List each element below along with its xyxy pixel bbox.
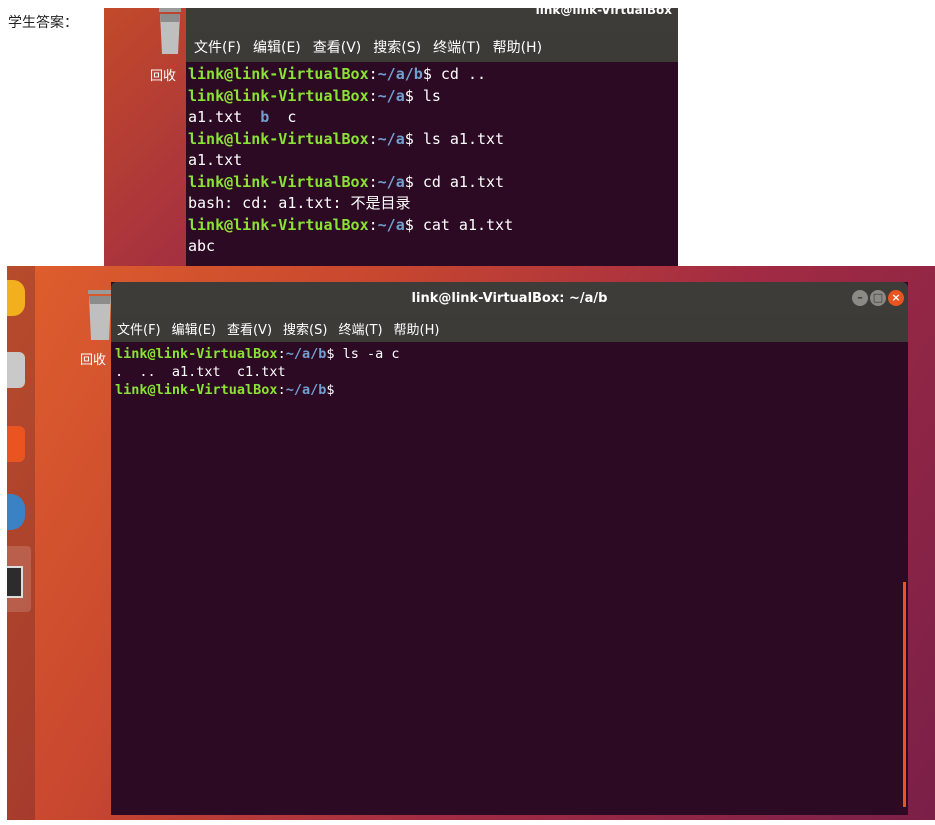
launcher-files-icon[interactable] xyxy=(7,352,25,388)
launcher-software-icon[interactable] xyxy=(7,426,25,462)
command-text: ls -a c xyxy=(342,346,400,362)
menu-item[interactable]: 文件(F) xyxy=(194,37,241,57)
launcher-active-terminal-icon[interactable] xyxy=(7,546,31,612)
menu-item[interactable]: 搜索(S) xyxy=(283,319,327,338)
menu-item[interactable]: 编辑(E) xyxy=(172,319,216,338)
prompt-path: ~/a/b xyxy=(285,382,327,398)
menu-item[interactable]: 搜索(S) xyxy=(373,37,421,57)
output-directory: b xyxy=(260,108,270,126)
terminal-line: link@link-VirtualBox:~/a/b$ cd .. xyxy=(188,64,678,86)
prompt-colon: : xyxy=(368,172,378,191)
terminal-line: abc xyxy=(188,236,678,258)
window-title-text: link@link-VirtualBox: ~/a/b xyxy=(411,290,608,306)
prompt-colon: : xyxy=(277,346,286,362)
command-text: cd .. xyxy=(440,65,487,83)
command-text: ls xyxy=(422,86,441,105)
prompt-colon: : xyxy=(368,65,378,83)
prompt-path: ~/a xyxy=(377,172,405,191)
screenshot-bottom: 回收 link@link-VirtualBox: ~/a/b – □ × 文件(… xyxy=(7,266,935,820)
output-text: c xyxy=(269,108,297,126)
terminal-line: link@link-VirtualBox:~/a/b$ ls -a c xyxy=(115,345,908,363)
screenshot-top: 回收 link@link-VirtualBox 文件(F) 编辑(E) 查看(V) 搜… xyxy=(104,8,678,266)
menu-item[interactable]: 帮助(H) xyxy=(493,37,542,57)
terminal-line: link@link-VirtualBox:~/a$ ls a1.txt xyxy=(188,129,678,151)
trash-icon xyxy=(159,8,181,54)
output-text: abc xyxy=(188,237,216,255)
prompt-path: ~/a xyxy=(377,86,405,105)
command-text: ls a1.txt xyxy=(422,129,505,148)
terminal-line: bash: cd: a1.txt: 不是目录 xyxy=(188,193,678,215)
minimize-icon[interactable]: – xyxy=(852,290,868,306)
prompt-path: ~/a xyxy=(377,215,405,234)
prompt-user: link@link-VirtualBox xyxy=(115,382,278,398)
terminal-window[interactable]: link@link-VirtualBox 文件(F) 编辑(E) 查看(V) 搜索(S… xyxy=(186,8,678,266)
terminal-line: link@link-VirtualBox:~/a$ cd a1.txt xyxy=(188,172,678,194)
terminal-line: link@link-VirtualBox:~/a$ cat a1.txt xyxy=(188,215,678,237)
prompt-dollar: $ xyxy=(404,172,423,191)
launcher-bar xyxy=(7,266,35,820)
menu-item[interactable]: 终端(T) xyxy=(338,319,382,338)
prompt-path: ~/a/b xyxy=(377,65,423,83)
scrollbar[interactable] xyxy=(903,582,906,807)
prompt-user: link@link-VirtualBox xyxy=(115,346,278,362)
close-icon[interactable]: × xyxy=(888,290,904,306)
student-answer-label: 学生答案： xyxy=(8,15,78,31)
command-text: cd a1.txt xyxy=(422,172,505,191)
terminal-line: a1.txt b c xyxy=(188,107,678,129)
launcher-app-icon[interactable] xyxy=(7,280,25,316)
prompt-colon: : xyxy=(368,215,378,234)
window-title-text: link@link-VirtualBox xyxy=(535,8,672,17)
terminal-line: . .. a1.txt c1.txt xyxy=(115,363,908,381)
trash-caption: 回收 xyxy=(80,353,107,368)
prompt-user: link@link-VirtualBox xyxy=(188,215,369,234)
maximize-icon[interactable]: □ xyxy=(870,290,886,306)
terminal-output[interactable]: link@link-VirtualBox:~/a/b$ cd .. link@li… xyxy=(186,62,678,258)
menu-item[interactable]: 编辑(E) xyxy=(253,37,301,57)
prompt-dollar: $ xyxy=(404,86,423,105)
menu-item[interactable]: 查看(V) xyxy=(313,37,362,57)
output-text: bash: cd: a1.txt: 不是目录 xyxy=(188,194,411,212)
prompt-colon: : xyxy=(368,86,378,105)
window-controls: – □ × xyxy=(852,290,904,306)
prompt-colon: : xyxy=(368,129,378,148)
prompt-dollar: $ xyxy=(404,215,423,234)
prompt-path: ~/a xyxy=(377,129,405,148)
terminal-line: link@link-VirtualBox:~/a/b$ xyxy=(115,381,908,399)
trash-caption: 回收 xyxy=(150,69,177,84)
menu-bar: 文件(F) 编辑(E) 查看(V) 搜索(S) 终端(T) 帮助(H) xyxy=(186,32,678,62)
prompt-dollar: $ xyxy=(326,382,343,398)
prompt-user: link@link-VirtualBox xyxy=(188,86,369,105)
output-text: a1.txt xyxy=(188,151,243,169)
prompt-user: link@link-VirtualBox xyxy=(188,172,369,191)
menu-bar: 文件(F) 编辑(E) 查看(V) 搜索(S) 终端(T) 帮助(H) xyxy=(111,314,908,342)
prompt-dollar: $ xyxy=(326,346,343,362)
menu-item[interactable]: 查看(V) xyxy=(227,319,272,338)
menu-item[interactable]: 文件(F) xyxy=(117,319,161,338)
prompt-dollar: $ xyxy=(404,129,423,148)
terminal-window[interactable]: link@link-VirtualBox: ~/a/b – □ × 文件(F) 编… xyxy=(111,282,908,815)
prompt-user: link@link-VirtualBox xyxy=(188,65,369,83)
prompt-path: ~/a/b xyxy=(285,346,327,362)
menu-item[interactable]: 帮助(H) xyxy=(394,319,440,338)
prompt-dollar: $ xyxy=(422,65,441,83)
prompt-colon: : xyxy=(277,382,286,398)
menu-item[interactable]: 终端(T) xyxy=(433,37,480,57)
window-title: link@link-VirtualBox xyxy=(186,8,678,32)
command-text: cat a1.txt xyxy=(422,215,514,234)
window-titlebar[interactable]: link@link-VirtualBox: ~/a/b – □ × xyxy=(111,282,908,314)
launcher-browser-icon[interactable] xyxy=(7,494,25,530)
prompt-user: link@link-VirtualBox xyxy=(188,129,369,148)
terminal-line: link@link-VirtualBox:~/a$ ls xyxy=(188,86,678,108)
terminal-line: a1.txt xyxy=(188,150,678,172)
output-text: . .. a1.txt c1.txt xyxy=(115,364,286,380)
output-text: a1.txt xyxy=(188,108,261,126)
terminal-output[interactable]: link@link-VirtualBox:~/a/b$ ls -a c. .. … xyxy=(111,342,908,399)
